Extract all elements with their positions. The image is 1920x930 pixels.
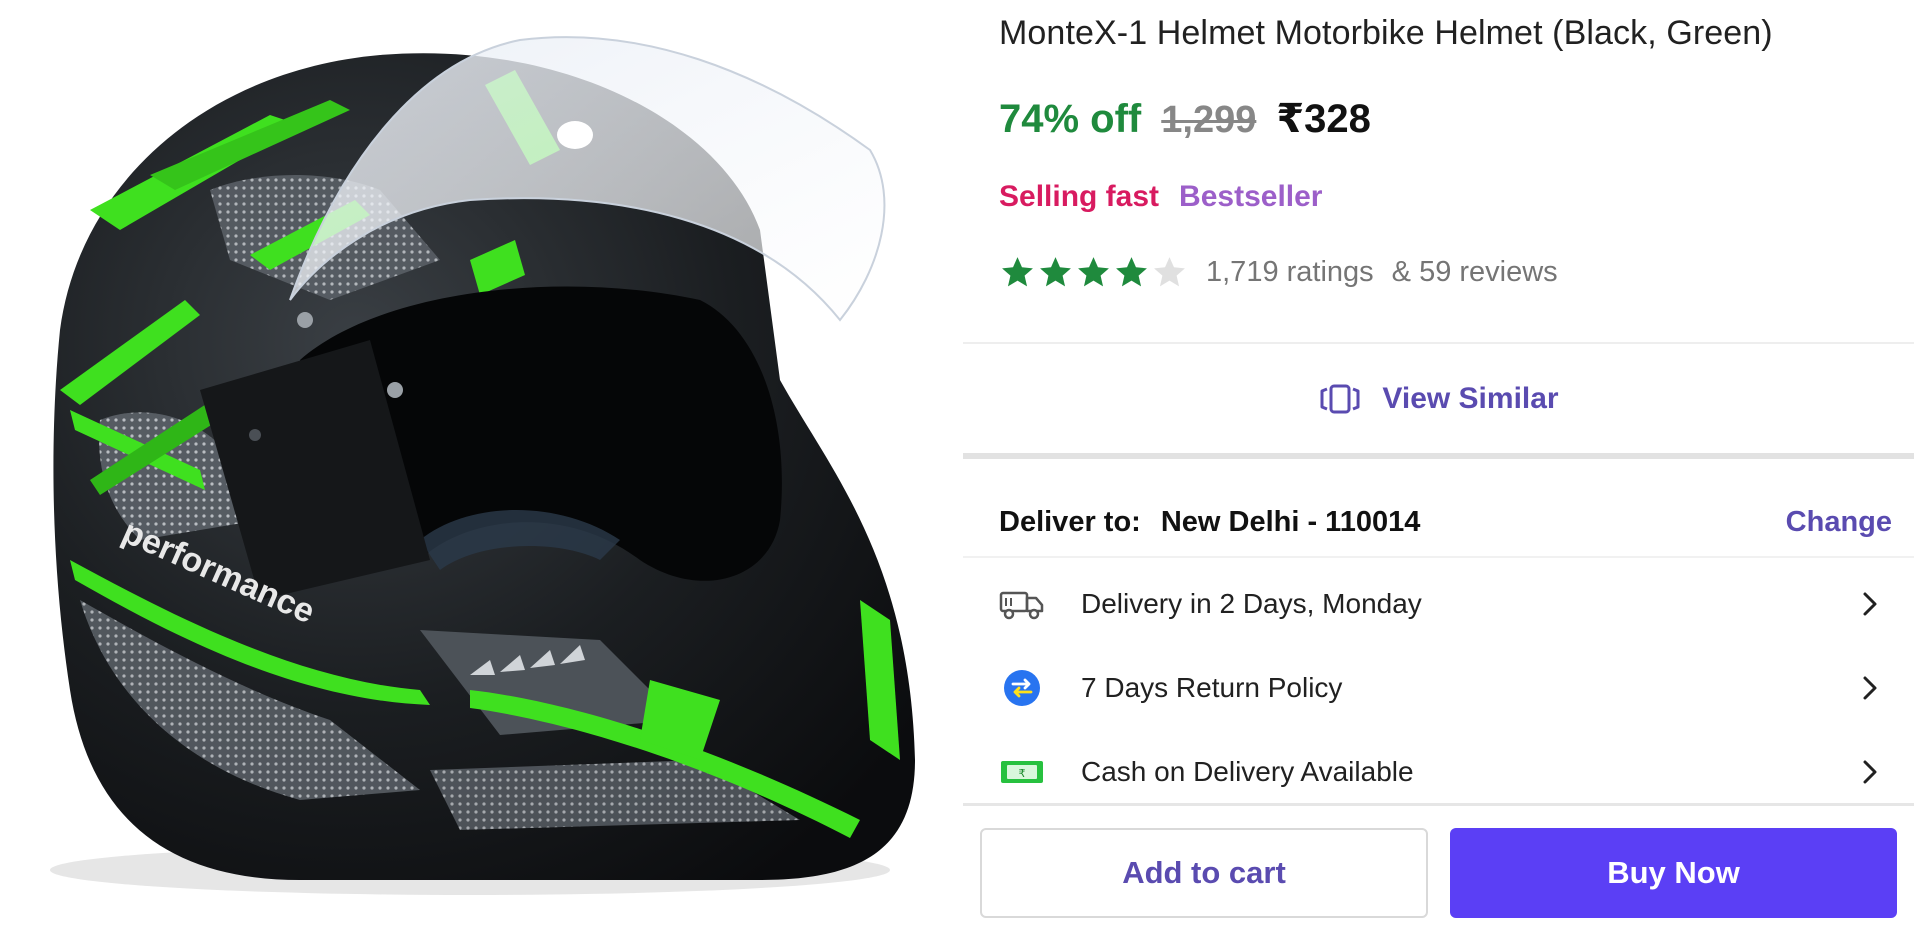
chevron-right-icon [1863, 592, 1877, 616]
tags-row: Selling fast Bestseller [999, 180, 1322, 214]
truck-icon [999, 584, 1045, 624]
chevron-right-icon [1863, 760, 1877, 784]
selling-price: ₹328 [1276, 97, 1371, 141]
cash-on-delivery-label: Cash on Delivery Available [1081, 756, 1414, 787]
cash-on-delivery-item[interactable]: ₹ Cash on Delivery Available [963, 730, 1914, 814]
chevron-right-icon [1863, 676, 1877, 700]
price-row: 74% off 1,299 ₹328 [999, 96, 1371, 142]
product-image[interactable]: performance [0, 0, 940, 930]
action-bar: Add to cart Buy Now [963, 803, 1914, 930]
deliver-to-label: Deliver to: [999, 505, 1141, 538]
view-similar-label: View Similar [1382, 381, 1559, 415]
rating-row[interactable]: 1,719 ratings & 59 reviews [999, 254, 1558, 291]
return-policy-item[interactable]: 7 Days Return Policy [963, 646, 1914, 730]
change-location-link[interactable]: Change [1786, 506, 1892, 539]
svg-text:₹: ₹ [1019, 767, 1026, 780]
product-title: MonteX-1 Helmet Motorbike Helmet (Black,… [999, 14, 1773, 52]
bestseller-tag: Bestseller [1179, 180, 1323, 213]
product-info-panel: MonteX-1 Helmet Motorbike Helmet (Black,… [963, 0, 1914, 930]
return-policy-label: 7 Days Return Policy [1081, 672, 1343, 703]
reviews-count[interactable]: & 59 reviews [1392, 256, 1558, 289]
delivery-location-row: Deliver to: New Delhi - 110014 Change [963, 488, 1914, 558]
helmet-image: performance [50, 36, 915, 895]
buy-now-button[interactable]: Buy Now [1450, 828, 1897, 918]
star-filled-icon [1040, 257, 1071, 287]
discount-percent: 74% off [999, 97, 1142, 141]
star-filled-icon [1078, 257, 1109, 287]
view-similar-icon [1320, 384, 1360, 413]
cash-icon: ₹ [999, 752, 1045, 792]
ratings-count[interactable]: 1,719 ratings [1206, 256, 1374, 289]
star-empty-icon [1154, 257, 1185, 287]
view-similar-button[interactable]: View Similar [963, 342, 1914, 459]
delivery-time-label: Delivery in 2 Days, Monday [1081, 588, 1422, 619]
add-to-cart-button[interactable]: Add to cart [980, 828, 1428, 918]
star-filled-icon [1002, 257, 1033, 287]
selling-fast-tag: Selling fast [999, 180, 1160, 213]
delivery-time-item[interactable]: Delivery in 2 Days, Monday [963, 562, 1914, 646]
original-price: 1,299 [1161, 99, 1257, 141]
star-filled-icon [1116, 257, 1147, 287]
return-icon [999, 668, 1045, 708]
star-rating [999, 254, 1188, 291]
delivery-info-list: Delivery in 2 Days, Monday 7 Days Return… [963, 562, 1914, 814]
delivery-location: New Delhi - 110014 [1160, 505, 1421, 538]
